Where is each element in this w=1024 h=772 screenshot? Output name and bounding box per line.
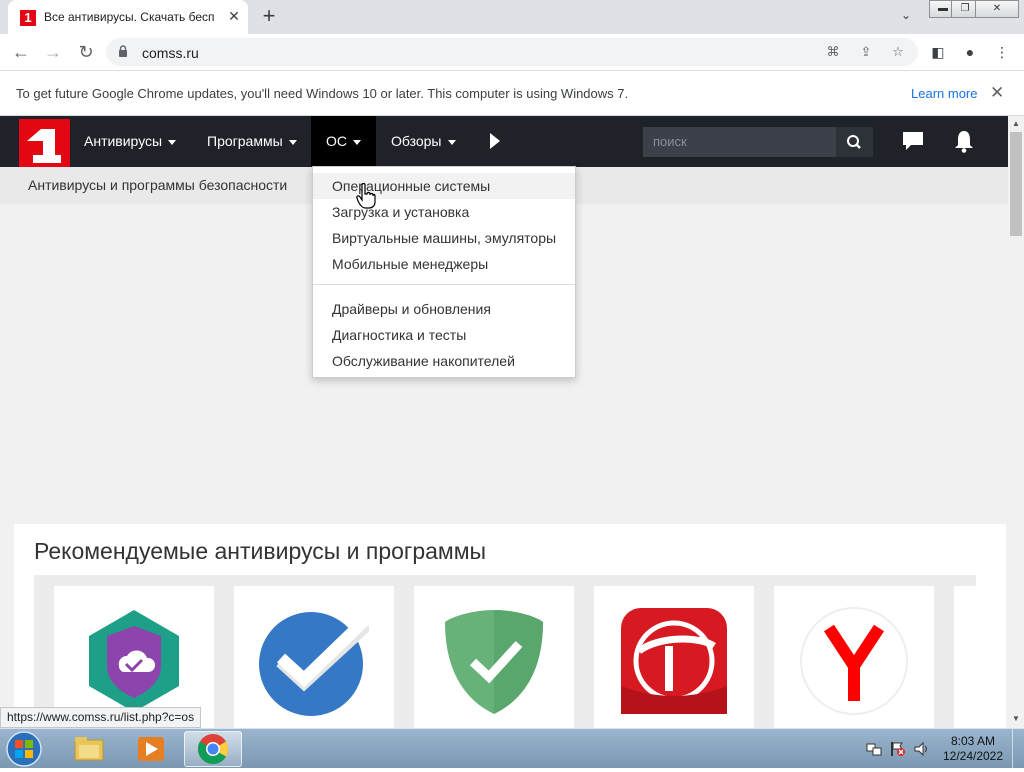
action-center-flag-icon[interactable] <box>890 741 906 757</box>
caret-down-icon <box>168 139 177 145</box>
new-tab-button[interactable]: + <box>258 5 280 28</box>
nav-os[interactable]: ОС <box>311 116 376 167</box>
address-bar[interactable]: comss.ru ⌘ ⇪ ☆ <box>106 38 918 66</box>
dropdown-item[interactable]: Виртуальные машины, эмуляторы <box>313 225 575 251</box>
profile-avatar-icon[interactable]: ● <box>960 43 980 61</box>
yandex-browser-icon <box>800 607 908 715</box>
reload-icon[interactable]: ↻ <box>75 42 97 64</box>
clock-time: 8:03 AM <box>950 734 996 748</box>
share-icon[interactable]: ⇪ <box>857 44 875 60</box>
nav-antivirus-label: Антивирусы <box>84 133 163 149</box>
url-text: comss.ru <box>142 45 199 61</box>
lock-icon <box>119 45 127 57</box>
dropdown-item[interactable]: Обслуживание накопителей <box>313 348 575 374</box>
nav-antivirus[interactable]: Антивирусы <box>70 116 190 167</box>
taskbar-chrome[interactable] <box>184 731 242 767</box>
window-close-button[interactable]: ✕ <box>975 0 1019 18</box>
back-arrow-icon[interactable]: ← <box>10 42 32 64</box>
product-card[interactable] <box>414 586 574 728</box>
recommended-title: Рекомендуемые антивирусы и программы <box>34 538 487 564</box>
nav-programs[interactable]: Программы <box>193 116 311 167</box>
learn-more-link[interactable]: Learn more <box>911 86 977 101</box>
taskbar-explorer[interactable] <box>60 731 118 767</box>
scrollbar-thumb[interactable] <box>1010 132 1022 236</box>
comss-logo-icon <box>19 119 70 167</box>
chat-icon[interactable] <box>902 130 924 152</box>
nav-reviews[interactable]: Обзоры <box>377 116 470 167</box>
tab-close-icon[interactable]: ✕ <box>226 8 242 24</box>
tab-title: Все антивирусы. Скачать беспл <box>44 10 214 24</box>
tab-search-chevron-icon[interactable]: ⌄ <box>896 8 916 26</box>
folder-icon <box>74 737 104 761</box>
windows-taskbar: 8:03 AM 12/24/2022 <box>0 728 1024 769</box>
menu-kebab-icon[interactable]: ⋮ <box>992 43 1012 61</box>
dropdown-item[interactable]: Мобильные менеджеры <box>313 251 575 277</box>
caret-down-icon <box>288 139 297 145</box>
browser-tab[interactable]: 1 Все антивирусы. Скачать беспл ✕ <box>8 0 248 34</box>
comss-logo[interactable] <box>19 119 70 167</box>
taskbar-media-player[interactable] <box>122 731 180 767</box>
dropdown-item[interactable]: Драйверы и обновления <box>313 296 575 322</box>
infobar-message: To get future Google Chrome updates, you… <box>16 86 629 101</box>
infobar-close-icon[interactable]: ✕ <box>990 83 1004 103</box>
site-search-button[interactable] <box>836 127 873 157</box>
section-subtitle: Антивирусы и программы безопасности <box>28 177 288 193</box>
recommended-section: Рекомендуемые антивирусы и программы <box>14 524 1006 728</box>
volume-icon[interactable] <box>914 741 930 757</box>
clock-date: 12/24/2022 <box>942 749 1004 763</box>
product-card[interactable] <box>774 586 934 728</box>
scroll-down-arrow-icon[interactable]: ▼ <box>1011 714 1021 724</box>
dropdown-item[interactable]: Операционные системы <box>313 173 575 199</box>
trend-micro-icon <box>621 608 727 714</box>
forward-arrow-icon[interactable]: → <box>42 42 64 64</box>
show-desktop-button[interactable] <box>1012 729 1024 769</box>
tray-clock[interactable]: 8:03 AM 12/24/2022 <box>942 734 1004 764</box>
product-card[interactable] <box>234 586 394 728</box>
nav-reviews-label: Обзоры <box>391 133 442 149</box>
caret-down-icon <box>353 139 361 145</box>
kaspersky-cloud-icon <box>89 610 179 712</box>
scroll-up-arrow-icon[interactable]: ▲ <box>1011 119 1021 129</box>
browser-toolbar: ← → ↻ comss.ru ⌘ ⇪ ☆ ◧ ● ⋮ <box>0 34 1024 71</box>
nav-more-arrow-icon[interactable] <box>490 133 500 149</box>
nav-programs-label: Программы <box>207 133 283 149</box>
media-player-icon <box>138 737 164 761</box>
site-search-input[interactable]: поиск <box>643 127 836 157</box>
bookmark-star-icon[interactable]: ☆ <box>889 44 907 60</box>
adguard-shield-icon <box>445 610 543 714</box>
windows-start-button[interactable] <box>4 730 44 768</box>
translate-icon[interactable]: ⌘ <box>824 44 842 60</box>
bell-icon[interactable] <box>953 129 975 153</box>
product-card[interactable] <box>954 586 1006 728</box>
search-icon <box>847 135 861 149</box>
side-panel-icon[interactable]: ◧ <box>928 43 948 61</box>
os-dropdown-menu: Операционные системы Загрузка и установк… <box>312 166 576 378</box>
chrome-icon <box>197 734 229 765</box>
tab-strip: 1 Все антивирусы. Скачать беспл ✕ + ⌄ ▬ … <box>0 0 1024 34</box>
checkmark-circle-icon <box>259 612 369 716</box>
dropdown-item[interactable]: Диагностика и тесты <box>313 322 575 348</box>
hand-cursor-icon <box>356 183 376 209</box>
site-favicon-icon: 1 <box>20 10 36 26</box>
dropdown-divider <box>313 284 575 285</box>
link-status-bubble: https://www.comss.ru/list.php?c=os <box>0 707 202 728</box>
nav-os-label: ОС <box>326 133 347 149</box>
product-card[interactable] <box>594 586 754 728</box>
caret-down-icon <box>447 139 456 145</box>
dropdown-item[interactable]: Загрузка и установка <box>313 199 575 225</box>
update-infobar: To get future Google Chrome updates, you… <box>0 71 1024 116</box>
network-icon[interactable] <box>866 741 882 757</box>
site-navbar: Антивирусы Программы ОС Обзоры поиск <box>0 116 1008 167</box>
